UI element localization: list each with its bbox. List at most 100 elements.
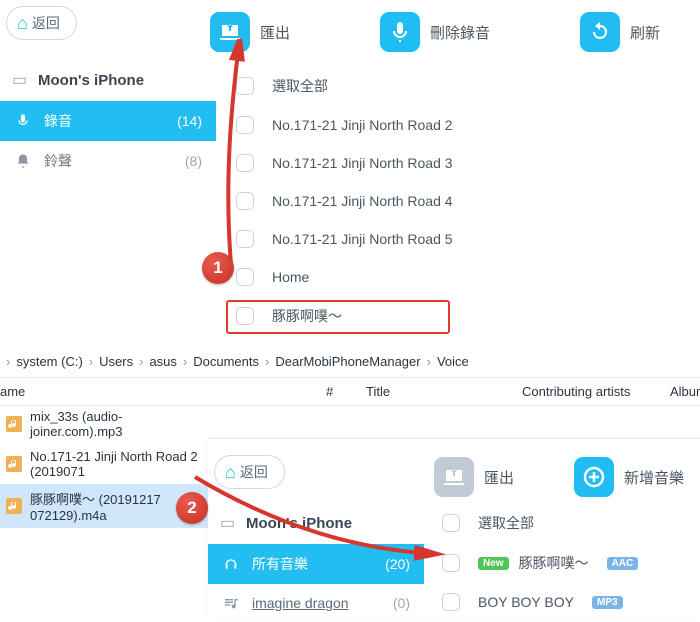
export-icon	[210, 12, 250, 52]
checkbox[interactable]	[236, 192, 254, 210]
list-item[interactable]: No.171-21 Jinji North Road 5	[224, 220, 700, 258]
codec-badge: AAC	[607, 557, 639, 570]
checkbox[interactable]	[236, 116, 254, 134]
chevron-icon	[89, 354, 93, 369]
chevron-icon	[139, 354, 143, 369]
refresh-label: 刷新	[630, 22, 660, 43]
collapse-icon: ▭	[12, 70, 28, 90]
chevron-icon	[265, 354, 269, 369]
checkbox[interactable]	[442, 514, 460, 532]
breadcrumb[interactable]: system (C:) Users asus Documents DearMob…	[0, 346, 700, 377]
checkbox[interactable]	[236, 77, 254, 95]
collapse-icon: ▭	[220, 513, 236, 533]
device-header[interactable]: ▭ Moon's iPhone	[0, 60, 216, 101]
checkbox[interactable]	[442, 554, 460, 572]
music-panel: ⌂ 返回 匯出 新增音樂 ▭ Moon's iPhone 所有音樂 (20)	[208, 438, 700, 620]
export-icon	[434, 457, 474, 497]
item-label: No.171-21 Jinji North Road 5	[272, 231, 453, 247]
col-title[interactable]: Title	[366, 384, 522, 399]
col-name[interactable]: ame	[0, 384, 326, 399]
checkbox[interactable]	[236, 268, 254, 286]
back-label: 返回	[32, 13, 60, 33]
device-name: Moon's iPhone	[246, 515, 352, 532]
sidebar-item-label: 錄音	[44, 111, 72, 131]
sidebar: ▭ Moon's iPhone 所有音樂 (20) imagine dragon…	[208, 503, 424, 622]
select-all-row[interactable]: 選取全部	[224, 66, 700, 106]
checkbox[interactable]	[236, 154, 254, 172]
track-name: BOY BOY BOY	[478, 594, 574, 610]
device-header[interactable]: ▭ Moon's iPhone	[208, 503, 424, 544]
sidebar-item-count: (8)	[185, 153, 202, 169]
callout-1: 1	[202, 252, 234, 284]
add-icon	[574, 457, 614, 497]
track-row[interactable]: New 豚豚啊噗～ AAC	[430, 543, 700, 583]
toolbar: 匯出 新增音樂	[434, 457, 684, 497]
list-item[interactable]: No.171-21 Jinji North Road 4	[224, 182, 700, 220]
crumb[interactable]: DearMobiPhoneManager	[275, 354, 420, 369]
delete-recording-button[interactable]: 刪除錄音	[380, 12, 490, 52]
crumb[interactable]: asus	[149, 354, 176, 369]
crumb[interactable]: Documents	[193, 354, 259, 369]
export-label: 匯出	[484, 467, 514, 488]
refresh-icon	[580, 12, 620, 52]
add-label: 新增音樂	[624, 467, 684, 488]
chevron-icon	[427, 354, 431, 369]
audio-file-icon	[6, 456, 22, 472]
crumb[interactable]: Voice	[437, 354, 469, 369]
track-name: 豚豚啊噗～	[519, 553, 589, 573]
crumb[interactable]: system (C:)	[16, 354, 82, 369]
sidebar-item-all-music[interactable]: 所有音樂 (20)	[208, 544, 424, 584]
list-item[interactable]: Home	[224, 258, 700, 296]
checkbox[interactable]	[442, 593, 460, 611]
sidebar-item-recordings[interactable]: 錄音 (14)	[0, 101, 216, 141]
sidebar-item-label: imagine dragon	[252, 595, 349, 611]
export-button[interactable]: 匯出	[434, 457, 514, 497]
back-button[interactable]: ⌂ 返回	[214, 455, 285, 489]
add-music-button[interactable]: 新增音樂	[574, 457, 684, 497]
file-name: No.171-21 Jinji North Road 2 (2019071	[30, 449, 206, 479]
home-icon: ⌂	[17, 13, 28, 34]
track-row[interactable]: BOY BOY BOY MP3	[430, 583, 700, 621]
select-all-label: 選取全部	[272, 76, 328, 96]
col-num[interactable]: #	[326, 384, 366, 399]
sidebar-item-count: (20)	[385, 556, 410, 572]
mic-icon	[14, 112, 32, 130]
note-icon	[222, 594, 240, 612]
callout-2: 2	[176, 492, 208, 524]
list-item[interactable]: No.171-21 Jinji North Road 2	[224, 106, 700, 144]
file-name: mix_33s (audio-joiner.com).mp3	[30, 409, 206, 439]
mic-delete-icon	[380, 12, 420, 52]
col-artists[interactable]: Contributing artists	[522, 384, 670, 399]
delete-label: 刪除錄音	[430, 22, 490, 43]
item-label: No.171-21 Jinji North Road 3	[272, 155, 453, 171]
sidebar-item-count: (0)	[393, 595, 410, 611]
audio-file-icon	[6, 498, 22, 514]
select-all-row[interactable]: 選取全部	[430, 503, 700, 543]
highlight-box-1	[226, 300, 450, 334]
column-headers: ame # Title Contributing artists Album	[0, 377, 700, 406]
file-row[interactable]: No.171-21 Jinji North Road 2 (2019071	[0, 444, 212, 484]
device-name: Moon's iPhone	[38, 72, 144, 89]
chevron-icon	[6, 354, 10, 369]
back-button[interactable]: ⌂ 返回	[6, 6, 77, 40]
sidebar-item-ringtones[interactable]: 鈴聲 (8)	[0, 141, 216, 181]
sidebar-item-count: (14)	[177, 113, 202, 129]
file-row[interactable]: mix_33s (audio-joiner.com).mp3	[0, 404, 212, 444]
chevron-icon	[183, 354, 187, 369]
file-explorer: system (C:) Users asus Documents DearMob…	[0, 346, 700, 406]
sidebar: ▭ Moon's iPhone 錄音 (14) 鈴聲 (8)	[0, 60, 216, 181]
home-icon: ⌂	[225, 462, 236, 483]
list-item[interactable]: No.171-21 Jinji North Road 3	[224, 144, 700, 182]
crumb[interactable]: Users	[99, 354, 133, 369]
col-album[interactable]: Album	[670, 384, 700, 399]
codec-badge: MP3	[592, 596, 623, 609]
refresh-button[interactable]: 刷新	[580, 12, 660, 52]
select-all-label: 選取全部	[478, 513, 534, 533]
item-label: No.171-21 Jinji North Road 2	[272, 117, 453, 133]
back-label: 返回	[240, 462, 268, 482]
export-label: 匯出	[260, 22, 290, 43]
recording-list: 選取全部 No.171-21 Jinji North Road 2 No.171…	[224, 66, 700, 336]
checkbox[interactable]	[236, 230, 254, 248]
sidebar-item-playlist[interactable]: imagine dragon (0)	[208, 584, 424, 622]
export-button[interactable]: 匯出	[210, 12, 290, 52]
